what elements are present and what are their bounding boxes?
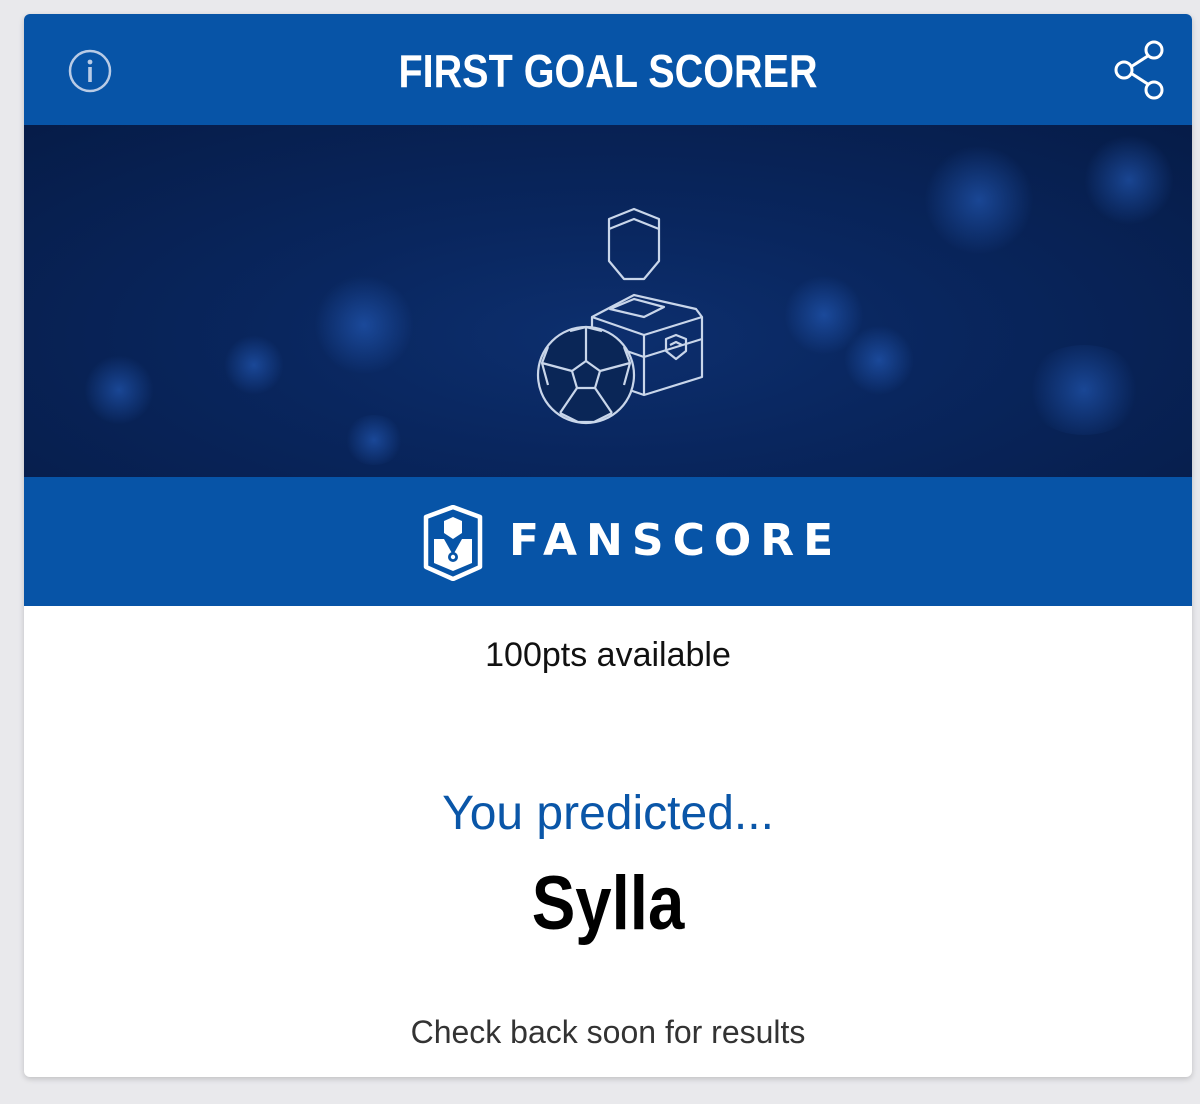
bokeh-light (84, 355, 154, 425)
share-icon (1114, 40, 1164, 100)
results-note: Check back soon for results (410, 1014, 806, 1050)
player-with-football-icon (536, 207, 704, 425)
brand-bar: FANSCORE (24, 477, 1192, 606)
share-button[interactable] (1110, 38, 1170, 102)
page-title: FIRST GOAL SCORER (398, 45, 818, 97)
hero-banner (24, 125, 1192, 477)
predicted-label: You predicted... (442, 787, 774, 840)
card-header: FIRST GOAL SCORER (24, 14, 1192, 125)
bokeh-light (344, 415, 404, 465)
bokeh-light (844, 325, 914, 395)
bokeh-light (314, 275, 414, 375)
brand-name: FANSCORE (509, 515, 843, 566)
fanscore-logo (423, 505, 483, 581)
bokeh-light (924, 145, 1034, 255)
bokeh-light (1024, 345, 1144, 435)
bokeh-light (1084, 135, 1174, 225)
points-available: 100pts available (485, 636, 731, 674)
first-goal-scorer-card: FIRST GOAL SCORER FANSCORE 100pts availa… (24, 14, 1192, 1077)
predicted-player: Sylla (531, 861, 685, 946)
bokeh-light (224, 335, 284, 395)
